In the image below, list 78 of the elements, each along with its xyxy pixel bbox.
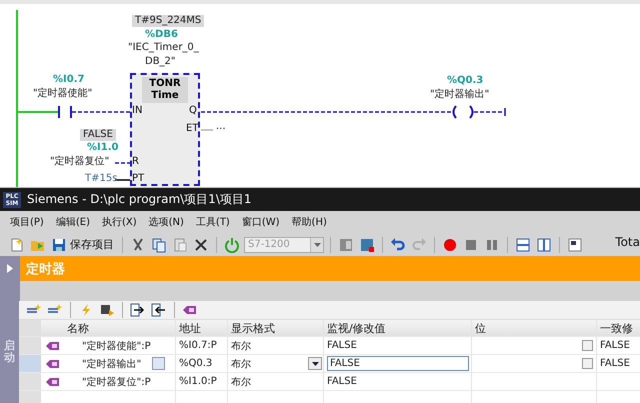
save-icon [52,238,66,252]
table-cell: %I0.7:P [179,340,217,351]
preset-value: T#15s [85,173,118,185]
table-cell: FALSE [600,358,630,369]
tag-icon [46,340,60,350]
arrow-left-icon[interactable] [150,301,168,319]
table-cell-text: 布尔 [231,340,251,352]
window-title: Siemens - D:\plc program\项目1\项目1 [27,191,252,208]
arrow-right-icon[interactable] [129,301,147,319]
caret-icon [312,362,318,366]
caret-icon [314,242,320,246]
expand-icon[interactable] [0,256,20,281]
reset-name: "定时器复位" [50,156,110,168]
pin-label: PT [132,173,144,185]
coil-name: "定时器输出" [430,89,490,101]
split-v-icon[interactable] [535,236,553,254]
tag-picker-button[interactable] [152,357,165,370]
table-cell-text: "定时器输出" [82,358,142,370]
pin-label: IN [132,105,142,117]
value-field[interactable]: FALSE [327,340,357,351]
pin-label: Q [189,105,197,117]
column-header[interactable]: 位 [472,320,597,336]
pin-label: R [132,156,139,168]
save-project-button[interactable]: 保存项目 [50,236,116,254]
copy-icon[interactable] [150,236,168,254]
value-field[interactable]: FALSE [327,376,357,387]
instance-name: DB_2" [145,56,176,68]
pin-label: ET [186,123,198,135]
table-cell: FALSE [600,340,630,351]
column-header[interactable]: 一致修 [597,320,640,336]
wire [115,179,130,181]
table-cell-text: 布尔 [231,358,251,370]
window-icon[interactable] [566,236,584,254]
column-header[interactable]: 显示格式 [228,320,324,336]
reset-value: FALSE [80,129,116,141]
tag-icon [46,376,60,386]
table-cell-text: "定时器复位":P [82,376,151,388]
wire [474,108,506,116]
table-cell-text: "定时器使能":P [82,340,151,352]
timer-value: T#9S_224MS [132,15,204,27]
contact-name: "定时器使能" [33,88,92,100]
menu-item[interactable]: 项目(P) [10,215,44,229]
menu-item[interactable]: 窗口(W) [242,215,280,229]
contact-symbol [58,106,72,118]
menu-item[interactable]: 执行(X) [102,215,137,229]
menu-item[interactable]: 帮助(H) [292,215,327,229]
menu-item[interactable]: 编辑(E) [56,215,90,229]
column-header[interactable]: 地址 [176,320,228,336]
table-cell: %I1.0:P [179,376,217,387]
tag-icon [46,358,60,368]
coil-address: %Q0.3 [447,75,484,87]
table-cell-text: 布尔 [231,376,251,388]
et-value: ... [216,121,226,133]
reset-address: %I1.0 [87,142,118,154]
table-row[interactable]: "定时器输出" %Q0.3 布尔 FALSE FALSE [19,355,640,373]
toolbar-label: Tota [615,235,640,249]
block-subtitle: Time [151,90,179,102]
section-title: 定时器 [24,260,65,278]
checkbox[interactable] [582,340,593,351]
instance-name: "IEC_Timer_0_ [128,42,199,54]
menu-item[interactable]: 选项(N) [148,215,184,229]
contact-address: %I0.7 [53,74,84,86]
instance-address: %DB6 [145,29,178,41]
menu-item[interactable]: 工具(T) [196,215,230,229]
checkbox[interactable] [582,358,593,369]
table-row[interactable]: "定时器使能":P %I0.7:P 布尔 FALSE FALSE [19,337,640,355]
value-field[interactable]: FALSE [327,356,469,371]
table-cell: %Q0.3 [179,358,212,369]
column-header[interactable]: 监视/修改值 [324,320,472,336]
dropdown-button[interactable] [308,357,322,370]
wire [17,111,58,113]
undo-icon[interactable] [389,236,407,254]
table-row[interactable]: "定时器复位":P %I1.0:P 布尔 FALSE [19,373,640,391]
column-header[interactable]: 名称 [64,320,176,336]
block-type: TONR [149,78,181,90]
power-icon[interactable] [223,236,241,254]
coil-symbol [452,105,474,119]
split-h-icon[interactable] [514,236,532,254]
